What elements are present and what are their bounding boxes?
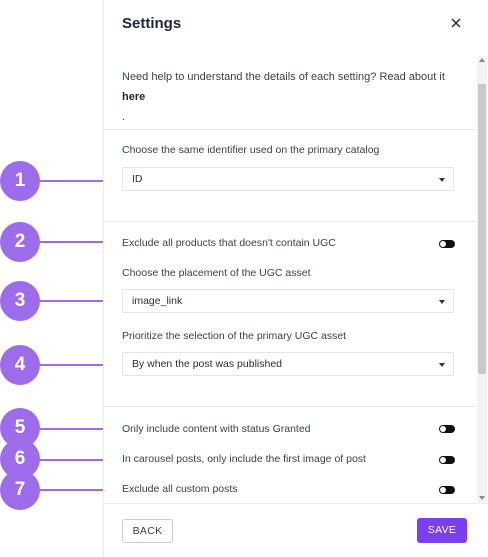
- scrollbar[interactable]: [477, 56, 487, 502]
- callout-7: 7: [0, 470, 40, 510]
- toggle-knob: [440, 426, 446, 432]
- prioritize-select[interactable]: By when the post was published: [122, 352, 454, 376]
- chevron-down-icon: [439, 300, 445, 304]
- prioritize-select-value: By when the post was published: [132, 358, 283, 370]
- toggle-knob: [440, 241, 446, 247]
- prioritize-label: Prioritize the selection of the primary …: [122, 330, 347, 342]
- stage: 1 2 3 4 5 6 7 Settings Need help to unde…: [0, 0, 488, 557]
- scroll-up-arrow-icon[interactable]: [479, 58, 485, 62]
- granted-label: Only include content with status Granted: [122, 423, 311, 435]
- divider: [104, 221, 476, 222]
- save-button[interactable]: SAVE: [417, 518, 467, 543]
- footer-divider: [104, 503, 488, 504]
- placement-select-value: image_link: [132, 295, 183, 307]
- identifier-select-value: ID: [132, 173, 143, 185]
- toggle-knob: [440, 457, 446, 463]
- placement-label: Choose the placement of the UGC asset: [122, 267, 311, 279]
- carousel-label: In carousel posts, only include the firs…: [122, 453, 366, 465]
- callout-3: 3: [0, 281, 40, 321]
- exclude-no-ugc-toggle[interactable]: [439, 240, 455, 248]
- custom-posts-label: Exclude all custom posts: [122, 483, 238, 495]
- identifier-select[interactable]: ID: [122, 167, 454, 191]
- scroll-down-arrow-icon[interactable]: [479, 496, 485, 500]
- help-link[interactable]: here: [122, 91, 145, 103]
- help-text-trailing: .: [122, 111, 126, 123]
- custom-posts-toggle[interactable]: [439, 486, 455, 494]
- dialog-title: Settings: [122, 15, 182, 32]
- chevron-down-icon: [439, 178, 445, 182]
- exclude-no-ugc-label: Exclude all products that doesn't contai…: [122, 237, 336, 249]
- callout-1: 1: [0, 161, 40, 201]
- divider: [104, 129, 476, 130]
- granted-toggle[interactable]: [439, 425, 455, 433]
- help-text: Need help to understand the details of e…: [122, 67, 462, 127]
- settings-panel: Settings Need help to understand the det…: [103, 0, 488, 557]
- divider: [104, 406, 476, 407]
- toggle-knob: [440, 487, 446, 493]
- help-text-body: Need help to understand the details of e…: [122, 71, 445, 83]
- identifier-label: Choose the same identifier used on the p…: [122, 144, 380, 156]
- back-button[interactable]: BACK: [122, 519, 173, 543]
- carousel-toggle[interactable]: [439, 456, 455, 464]
- placement-select[interactable]: image_link: [122, 289, 454, 313]
- close-icon[interactable]: [446, 13, 466, 33]
- chevron-down-icon: [439, 363, 445, 367]
- callout-4: 4: [0, 345, 40, 385]
- scrollbar-thumb[interactable]: [478, 84, 486, 374]
- callout-2: 2: [0, 222, 40, 262]
